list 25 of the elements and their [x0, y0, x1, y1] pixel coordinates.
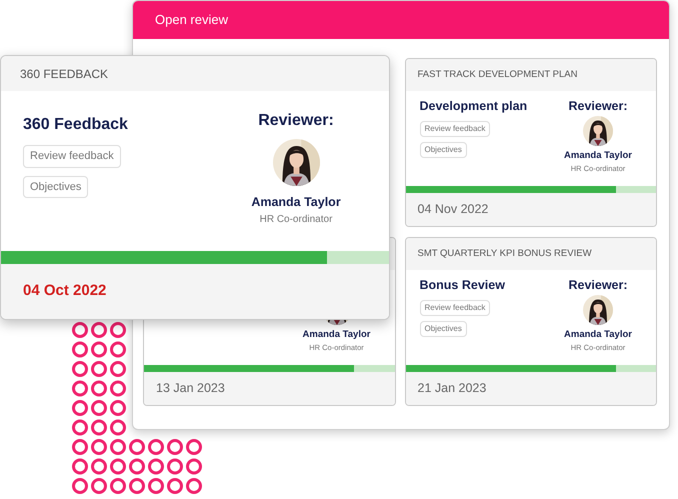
tag-button[interactable]: Review feedback: [420, 300, 490, 316]
window-title: Open review: [155, 11, 228, 30]
due-date: 04 Oct 2022: [23, 281, 106, 302]
tag-button[interactable]: Objectives: [23, 176, 88, 198]
reviewer-label: Reviewer:: [568, 99, 628, 113]
review-title: Development plan: [420, 98, 528, 115]
card-heading: SMT QUARTERLY KPI BONUS REVIEW: [418, 246, 592, 261]
reviewer-label: Reviewer:: [258, 112, 334, 129]
card-heading: 360 FEEDBACK: [20, 66, 108, 82]
reviewer-name: Amanda Taylor: [564, 328, 632, 342]
reviewer-role: HR Co-ordinator: [260, 212, 332, 227]
review-title: Bonus Review: [420, 277, 505, 294]
due-date: 13 Jan 2023: [156, 380, 225, 398]
due-date: 04 Nov 2022: [418, 201, 488, 218]
tag-button[interactable]: Objectives: [420, 320, 467, 337]
due-date: 21 Jan 2023: [418, 380, 486, 398]
tag-button[interactable]: Review feedback: [420, 120, 490, 137]
tag-button[interactable]: Review feedback: [23, 145, 121, 168]
reviewer-name: Amanda Taylor: [251, 194, 341, 211]
card-heading: FAST TRACK DEVELOPMENT PLAN: [418, 68, 578, 82]
reviewer-name: Amanda Taylor: [564, 149, 632, 163]
review-title: 360 Feedback: [23, 115, 128, 135]
tag-button[interactable]: Objectives: [420, 142, 467, 158]
reviewer-name: Amanda Taylor: [302, 328, 370, 342]
reviewer-label: Reviewer:: [568, 278, 628, 292]
